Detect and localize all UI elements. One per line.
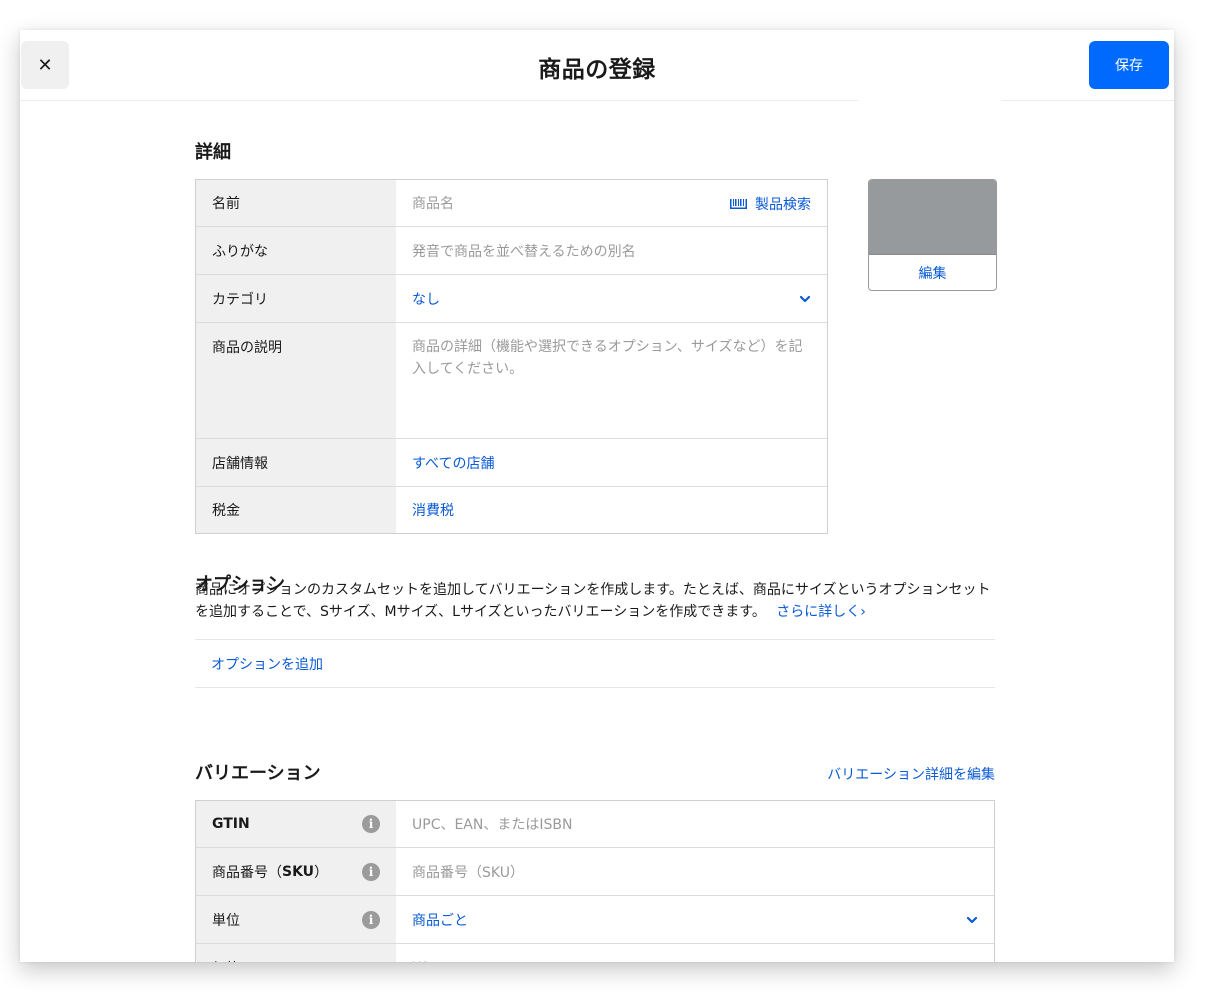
header-divider-gap [858, 100, 1002, 102]
description-row: 商品の説明 商品の詳細（機能や選択できるオプション、サイズなど）を記入してくださ… [196, 323, 827, 439]
gtin-row: GTIN i UPC、EAN、またはISBN [196, 801, 994, 848]
details-form: 名前 商品名 製品検索 ふりがな 発音で商品を並べ替えるための別名 カテゴリ な… [195, 179, 828, 534]
category-row: カテゴリ なし [196, 275, 827, 323]
product-search-label: 製品検索 [755, 197, 811, 213]
unit-label-text: 単位 [212, 912, 240, 929]
unit-select[interactable]: 商品ごと [396, 896, 994, 943]
add-item-modal: ✕ 商品の登録 保存 詳細 名前 商品名 製品検索 ふりがな 発音で商品を並べ替… [20, 30, 1174, 962]
name-placeholder: 商品名 [412, 196, 454, 212]
add-option-row: オプションを追加 [195, 639, 995, 688]
store-label: 店舗情報 [196, 439, 396, 486]
gtin-input[interactable]: UPC、EAN、またはISBN [396, 801, 994, 847]
furigana-placeholder: 発音で商品を並べ替えるための別名 [412, 243, 636, 260]
tax-value: 消費税 [412, 503, 454, 519]
details-section-title: 詳細 [195, 142, 231, 163]
tax-row: 税金 消費税 [196, 487, 827, 533]
barcode-icon [730, 199, 747, 209]
unit-row: 単位 i 商品ごと [196, 896, 994, 944]
unit-label: 単位 i [196, 896, 396, 943]
info-icon[interactable]: i [362, 815, 380, 833]
sku-label-suffix: ） [314, 864, 329, 881]
sku-placeholder: 商品番号（SKU） [412, 864, 524, 881]
category-label: カテゴリ [196, 275, 396, 322]
name-input[interactable]: 商品名 製品検索 [396, 180, 827, 226]
sku-label-bold: SKU [282, 863, 315, 880]
tax-label: 税金 [196, 487, 396, 533]
price-input[interactable]: ¥0 [396, 944, 994, 963]
edit-variation-details-link[interactable]: バリエーション詳細を編集 [827, 764, 995, 784]
store-selector[interactable]: すべての店舗 [396, 439, 827, 486]
sku-label-prefix: 商品番号（ [212, 864, 282, 881]
price-label: 価格 [196, 944, 396, 962]
category-select[interactable]: なし [396, 275, 827, 322]
price-row: 価格 ¥0 [196, 944, 994, 962]
furigana-input[interactable]: 発音で商品を並べ替えるための別名 [396, 227, 827, 274]
store-row: 店舗情報 すべての店舗 [196, 439, 827, 487]
description-label: 商品の説明 [196, 323, 396, 438]
item-image-placeholder[interactable] [869, 180, 996, 255]
info-icon[interactable]: i [362, 862, 380, 881]
page-title: 商品の登録 [538, 57, 656, 83]
gtin-label: GTIN i [196, 801, 396, 847]
chevron-down-icon [966, 916, 978, 923]
gtin-label-text: GTIN [212, 816, 250, 832]
save-button[interactable]: 保存 [1089, 41, 1169, 89]
gtin-placeholder: UPC、EAN、またはISBN [412, 817, 573, 833]
info-icon[interactable]: i [362, 910, 380, 929]
add-option-link[interactable]: オプションを追加 [211, 654, 323, 674]
item-image-card: 編集 [868, 179, 997, 291]
product-search-button[interactable]: 製品検索 [730, 194, 811, 214]
learn-more-link[interactable]: さらに詳しく› [776, 604, 866, 620]
variations-form: GTIN i UPC、EAN、またはISBN 商品番号（ SKU） i 商品番号（… [195, 800, 995, 962]
modal-content: 詳細 名前 商品名 製品検索 ふりがな 発音で商品を並べ替えるための別名 カテゴ… [20, 100, 1174, 962]
store-value: すべての店舗 [412, 455, 495, 472]
sku-input[interactable]: 商品番号（SKU） [396, 848, 994, 895]
chevron-down-icon [799, 295, 811, 302]
edit-image-button[interactable]: 編集 [869, 255, 996, 290]
variations-section-title: バリエーション [195, 763, 321, 784]
furigana-row: ふりがな 発音で商品を並べ替えるための別名 [196, 227, 827, 275]
options-description: 商品にオプションのカスタムセットを追加してバリエーションを作成します。たとえば、… [195, 579, 995, 623]
category-value: なし [412, 291, 440, 308]
name-label: 名前 [196, 180, 396, 226]
name-row: 名前 商品名 製品検索 [196, 180, 827, 227]
sku-label: 商品番号（ SKU） i [196, 848, 396, 895]
furigana-label: ふりがな [196, 227, 396, 274]
price-placeholder: ¥0 [412, 960, 430, 963]
tax-selector[interactable]: 消費税 [396, 487, 827, 533]
description-placeholder: 商品の詳細（機能や選択できるオプション、サイズなど）を記入してください。 [412, 339, 803, 377]
unit-value: 商品ごと [412, 912, 468, 929]
modal-header: ✕ 商品の登録 保存 [20, 30, 1174, 101]
description-textarea[interactable]: 商品の詳細（機能や選択できるオプション、サイズなど）を記入してください。 [396, 323, 827, 438]
options-description-text: 商品にオプションのカスタムセットを追加してバリエーションを作成します。たとえば、… [195, 582, 991, 620]
sku-row: 商品番号（ SKU） i 商品番号（SKU） [196, 848, 994, 896]
